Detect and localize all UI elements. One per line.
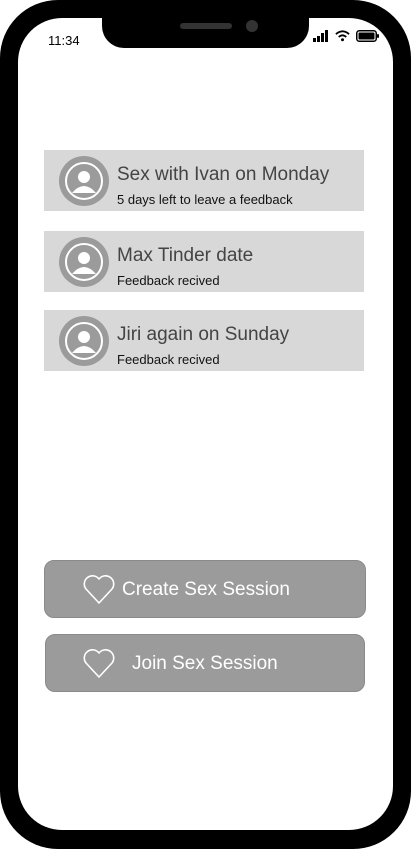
create-session-label: Create Sex Session	[122, 579, 290, 600]
screen: 11:34 Sex with Ivan on Monday 5 days lef…	[18, 18, 393, 830]
session-title: Jiri again on Sunday	[117, 324, 290, 345]
status-icons	[313, 30, 379, 42]
join-session-label: Join Sex Session	[132, 653, 278, 674]
signal-icon	[313, 30, 328, 42]
avatar	[59, 237, 109, 287]
session-item[interactable]: Max Tinder date Feedback recived	[44, 231, 364, 292]
session-title: Max Tinder date	[117, 245, 254, 266]
session-status: 5 days left to leave a feedback	[117, 192, 293, 207]
speaker	[180, 23, 232, 29]
session-status: Feedback recived	[117, 273, 220, 288]
create-session-button[interactable]: Create Sex Session	[44, 560, 366, 618]
user-icon	[65, 243, 103, 281]
session-item[interactable]: Sex with Ivan on Monday 5 days left to l…	[44, 150, 364, 211]
battery-icon	[356, 30, 379, 42]
wifi-icon	[335, 30, 350, 42]
session-title: Sex with Ivan on Monday	[117, 164, 330, 185]
status-time: 11:34	[48, 33, 80, 48]
heart-icon	[83, 649, 115, 678]
user-icon	[65, 162, 103, 200]
notch	[102, 18, 309, 48]
front-camera	[246, 20, 258, 32]
avatar	[59, 156, 109, 206]
phone-frame: 11:34 Sex with Ivan on Monday 5 days lef…	[0, 0, 411, 849]
heart-icon	[83, 575, 115, 604]
avatar	[59, 316, 109, 366]
session-status: Feedback recived	[117, 352, 220, 367]
join-session-button[interactable]: Join Sex Session	[45, 634, 365, 692]
user-icon	[65, 322, 103, 360]
session-item[interactable]: Jiri again on Sunday Feedback recived	[44, 310, 364, 371]
